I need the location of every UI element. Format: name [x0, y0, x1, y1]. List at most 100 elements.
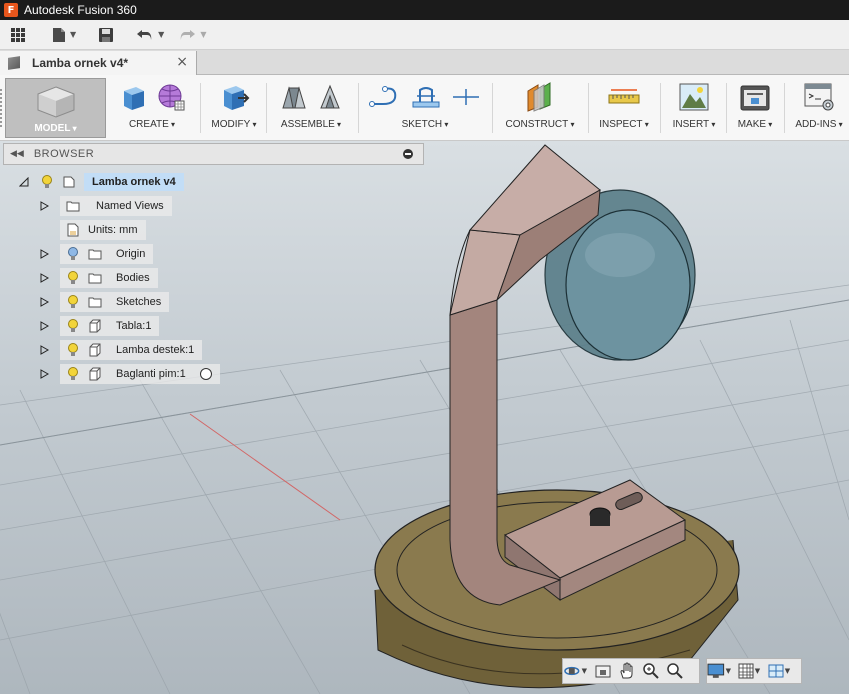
folder-icon: [88, 247, 102, 261]
data-panel-button[interactable]: [10, 23, 26, 47]
tree-item-units[interactable]: Units: mm: [38, 220, 146, 240]
undo-icon: [137, 29, 152, 40]
tree-node[interactable]: Origin: [60, 244, 154, 264]
ribbon-grip[interactable]: [0, 89, 4, 127]
assemble-group[interactable]: ASSEMBLE: [274, 75, 348, 141]
lightbulb-icon[interactable]: [66, 271, 80, 285]
component-icon: [88, 367, 102, 381]
component-icon: [62, 175, 76, 189]
ribbon-divider: [200, 83, 201, 133]
tree-root-row[interactable]: Lamba ornek v4: [18, 172, 184, 192]
viewports-icon: [768, 664, 784, 678]
minimize-icon[interactable]: [403, 149, 413, 159]
expand-triangle-icon[interactable]: [38, 200, 50, 212]
chevron-down-icon: ▼: [581, 667, 587, 675]
zoom-window-icon: [667, 663, 683, 679]
browser-panel-header[interactable]: ◀◀ BROWSER: [3, 143, 424, 165]
close-icon[interactable]: ×: [176, 54, 188, 70]
tree-item-origin[interactable]: Origin: [38, 244, 154, 264]
tree-item-label: Origin: [116, 248, 146, 260]
save-button[interactable]: [98, 23, 114, 47]
add-ins-group[interactable]: ADD-INS: [790, 75, 848, 141]
ribbon-divider: [358, 83, 359, 133]
tree-item-lamba-destek[interactable]: Lamba destek:1: [38, 340, 203, 360]
redo-button[interactable]: ▼: [178, 23, 206, 47]
tree-item-named-views[interactable]: Named Views: [38, 196, 172, 216]
create-group[interactable]: CREATE: [112, 75, 192, 141]
tree-item-tabla[interactable]: Tabla:1: [38, 316, 160, 336]
document-tab[interactable]: Lamba ornek v4* ×: [0, 51, 197, 75]
x-axis-line: [189, 413, 341, 521]
chevron-down-icon: ▼: [725, 667, 731, 675]
lightbulb-icon[interactable]: [66, 319, 80, 333]
expand-triangle-icon[interactable]: [38, 344, 50, 356]
sketch-group[interactable]: SKETCH: [366, 75, 484, 141]
monitor-icon: [707, 663, 725, 678]
display-settings-toolbar: ▼ ▼ ▼: [706, 658, 802, 684]
add-ins-label: ADD-INS: [795, 119, 842, 130]
lightbulb-icon[interactable]: [66, 247, 80, 261]
lightbulb-icon[interactable]: [40, 175, 54, 189]
workspace-model-button[interactable]: MODEL: [5, 78, 106, 138]
look-at-icon: [595, 665, 611, 678]
collapse-panel-icon[interactable]: ◀◀: [10, 149, 24, 159]
tree-node[interactable]: Named Views: [60, 196, 172, 216]
look-at-button[interactable]: [591, 661, 615, 681]
tree-item-sketches[interactable]: Sketches: [38, 292, 170, 312]
lightbulb-icon[interactable]: [66, 367, 80, 381]
modify-group[interactable]: MODIFY: [206, 75, 262, 141]
tree-item-baglanti-pim[interactable]: Baglanti pim:1: [38, 364, 220, 384]
ribbon-divider: [588, 83, 589, 133]
construct-group[interactable]: CONSTRUCT: [500, 75, 580, 141]
make-group[interactable]: MAKE: [732, 75, 778, 141]
tree-node[interactable]: Lamba destek:1: [60, 340, 203, 360]
tree-node[interactable]: Sketches: [60, 292, 170, 312]
tree-item-label: Units: mm: [88, 224, 138, 236]
expand-triangle-icon[interactable]: [38, 248, 50, 260]
expand-triangle-icon[interactable]: [38, 368, 50, 380]
title-bar: F Autodesk Fusion 360: [0, 0, 849, 20]
offset-plane-icon: [527, 82, 551, 112]
3d-print-icon: [740, 85, 770, 111]
modify-label: MODIFY: [211, 119, 256, 130]
expand-triangle-icon[interactable]: [38, 272, 50, 284]
component-icon: [88, 319, 102, 333]
tree-node[interactable]: Baglanti pim:1: [60, 364, 220, 384]
file-menu-button[interactable]: ▼: [52, 23, 76, 47]
insert-group[interactable]: INSERT: [668, 75, 720, 141]
pan-button[interactable]: [615, 661, 639, 681]
navigation-toolbar: ▼: [562, 658, 700, 684]
save-icon: [99, 27, 114, 42]
construction-line-icon: [453, 89, 479, 105]
tree-node[interactable]: Bodies: [60, 268, 158, 288]
form-icon: [158, 84, 185, 111]
zoom-button[interactable]: [639, 661, 663, 681]
window-title: Autodesk Fusion 360: [24, 3, 137, 17]
create-label: CREATE: [129, 119, 175, 130]
tree-item-bodies[interactable]: Bodies: [38, 268, 158, 288]
expand-triangle-icon[interactable]: [38, 320, 50, 332]
tree-node[interactable]: Tabla:1: [60, 316, 160, 336]
lightbulb-icon[interactable]: [66, 343, 80, 357]
grid-settings-button[interactable]: ▼: [737, 661, 761, 681]
tree-item-label: Sketches: [116, 296, 162, 308]
document-tab-bar: Lamba ornek v4* ×: [0, 50, 849, 75]
orbit-button[interactable]: ▼: [563, 661, 587, 681]
grid-icon: [11, 27, 25, 42]
chevron-down-icon: ▼: [784, 667, 791, 675]
undo-button[interactable]: ▼: [136, 23, 164, 47]
viewports-button[interactable]: ▼: [767, 661, 791, 681]
display-settings-button[interactable]: ▼: [707, 661, 731, 681]
expand-triangle-icon[interactable]: [38, 296, 50, 308]
fit-button[interactable]: [663, 661, 687, 681]
inspect-group[interactable]: INSPECT: [596, 75, 652, 141]
new-component-icon: [282, 86, 306, 109]
lightbulb-icon[interactable]: [66, 295, 80, 309]
ribbon-divider: [726, 83, 727, 133]
toolbar-ribbon: MODEL CREATE: [0, 75, 849, 141]
collapse-triangle-icon[interactable]: [18, 176, 30, 188]
activate-radio[interactable]: [199, 368, 212, 380]
joint-icon: [320, 84, 340, 109]
tree-root-label[interactable]: Lamba ornek v4: [84, 173, 184, 191]
tree-node[interactable]: Units: mm: [60, 220, 146, 240]
